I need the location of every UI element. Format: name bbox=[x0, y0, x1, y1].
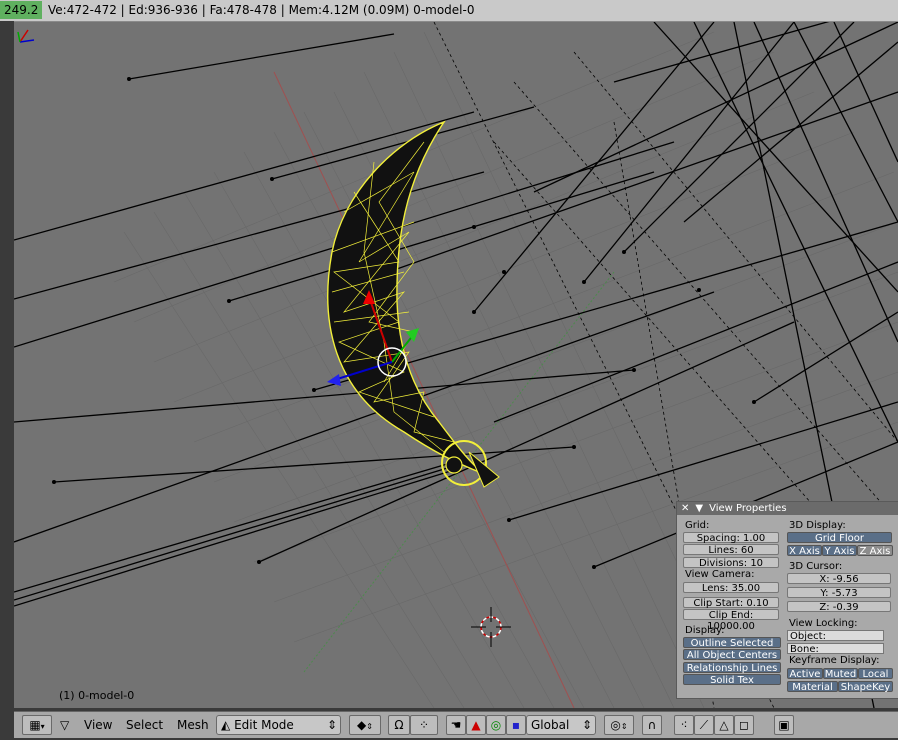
proportional-edit-icon[interactable]: ◎⇕ bbox=[604, 715, 634, 735]
keyframe-display-label: Keyframe Display: bbox=[789, 655, 880, 666]
z-axis-toggle[interactable]: Z Axis bbox=[857, 545, 893, 557]
close-icon[interactable]: ✕ bbox=[681, 503, 689, 514]
orientation-value: Global bbox=[531, 718, 570, 732]
pivot-icon[interactable]: Ω bbox=[388, 715, 410, 735]
draw-type-menu[interactable]: ◆⇕ bbox=[349, 715, 381, 735]
clip-start-field[interactable]: Clip Start: 0.10 bbox=[683, 597, 779, 609]
relationship-lines-toggle[interactable]: Relationship Lines bbox=[683, 662, 781, 674]
vertex-select-icon[interactable]: ⁖ bbox=[674, 715, 694, 735]
axis-orientation-icon bbox=[17, 29, 35, 43]
scale-manipulator-icon[interactable]: ▪ bbox=[506, 715, 526, 735]
rotate-manipulator-icon[interactable]: ◎ bbox=[486, 715, 506, 735]
lens-field[interactable]: Lens: 35.00 bbox=[683, 582, 779, 594]
crescent-mesh bbox=[327, 120, 500, 488]
transform-orientation-select[interactable]: Global ⇕ bbox=[526, 715, 596, 735]
cursor-z-field[interactable]: Z: -0.39 bbox=[787, 601, 891, 613]
mode-selector[interactable]: ◭ Edit Mode ⇕ bbox=[216, 715, 341, 735]
scene-stats: Ve:472-472 | Ed:936-936 | Fa:478-478 | M… bbox=[48, 3, 475, 17]
all-object-centers-toggle[interactable]: All Object Centers bbox=[683, 649, 781, 661]
view-properties-panel: ✕ ▼ View Properties Grid: Spacing: 1.00 Li… bbox=[676, 501, 898, 699]
clip-end-field[interactable]: Clip End: 10000.00 bbox=[683, 609, 779, 632]
3d-cursor-label: 3D Cursor: bbox=[789, 561, 843, 572]
version-badge: 249.2 bbox=[0, 1, 43, 19]
snap-magnet-icon[interactable]: ∩ bbox=[642, 715, 662, 735]
grid-floor-toggle[interactable]: Grid Floor bbox=[787, 532, 892, 544]
display-label: Display: bbox=[685, 625, 725, 636]
edge-select-icon[interactable]: ⟋ bbox=[694, 715, 714, 735]
cursor-x-field[interactable]: X: -9.56 bbox=[787, 573, 891, 585]
3d-view-header: ▦▾ ▽ View Select Mesh ◭ Edit Mode ⇕ ◆⇕ Ω … bbox=[14, 711, 898, 738]
3d-cursor bbox=[471, 607, 511, 647]
view-locking-label: View Locking: bbox=[789, 618, 858, 629]
keyframe-local-toggle[interactable]: Local bbox=[858, 668, 893, 680]
lock-object-field[interactable]: Object: bbox=[787, 630, 884, 642]
lock-bone-field[interactable]: Bone: bbox=[787, 643, 884, 655]
chevron-updown-icon: ⇕ bbox=[581, 718, 592, 732]
hand-manipulator-icon[interactable]: ☚ bbox=[446, 715, 466, 735]
keyframe-material-toggle[interactable]: Material bbox=[787, 681, 838, 693]
view-camera-label: View Camera: bbox=[685, 569, 755, 580]
select-menu[interactable]: Select bbox=[126, 715, 163, 735]
view-menu[interactable]: View bbox=[84, 715, 112, 735]
cursor-y-field[interactable]: Y: -5.73 bbox=[787, 587, 891, 599]
grid-lines-field[interactable]: Lines: 60 bbox=[683, 544, 779, 556]
occlude-geometry-icon[interactable]: ◻ bbox=[734, 715, 754, 735]
grid-label: Grid: bbox=[685, 520, 710, 531]
panel-title: View Properties bbox=[709, 503, 787, 514]
keyframe-shapekey-toggle[interactable]: ShapeKey bbox=[838, 681, 893, 693]
edit-mode-icon: ◭ bbox=[221, 718, 231, 732]
outline-selected-toggle[interactable]: Outline Selected bbox=[683, 637, 781, 649]
header-collapse-icon[interactable]: ▽ bbox=[60, 715, 69, 735]
pivot-options-icon[interactable]: ⁘ bbox=[410, 715, 438, 735]
editor-type-menu[interactable]: ▦▾ bbox=[22, 715, 52, 735]
grid-icon: ▦ bbox=[29, 718, 41, 732]
object-name-label: (1) 0-model-0 bbox=[59, 689, 135, 702]
solid-tex-toggle[interactable]: Solid Tex bbox=[683, 674, 781, 686]
render-preview-icon[interactable]: ▣ bbox=[774, 715, 794, 735]
chevron-updown-icon: ⇕ bbox=[326, 718, 337, 732]
grid-divisions-field[interactable]: Divisions: 10 bbox=[683, 557, 779, 569]
collapse-triangle-icon[interactable]: ▼ bbox=[695, 503, 703, 514]
left-border bbox=[0, 21, 14, 711]
mode-value: Edit Mode bbox=[234, 718, 294, 732]
draw-type-icon: ◆ bbox=[357, 718, 367, 732]
face-select-icon[interactable]: △ bbox=[714, 715, 734, 735]
x-axis-toggle[interactable]: X Axis bbox=[787, 545, 822, 557]
translate-manipulator-icon[interactable]: ▲ bbox=[466, 715, 486, 735]
grid-spacing-field[interactable]: Spacing: 1.00 bbox=[683, 532, 779, 544]
y-axis-toggle[interactable]: Y Axis bbox=[822, 545, 857, 557]
x-axis-line bbox=[273, 71, 575, 708]
keyframe-muted-toggle[interactable]: Muted bbox=[823, 668, 858, 680]
keyframe-active-toggle[interactable]: Active bbox=[787, 668, 823, 680]
panel-header[interactable]: ✕ ▼ View Properties bbox=[677, 502, 898, 515]
3d-display-label: 3D Display: bbox=[789, 520, 846, 531]
mesh-menu[interactable]: Mesh bbox=[177, 715, 209, 735]
info-header: 249.2 Ve:472-472 | Ed:936-936 | Fa:478-4… bbox=[0, 0, 898, 22]
